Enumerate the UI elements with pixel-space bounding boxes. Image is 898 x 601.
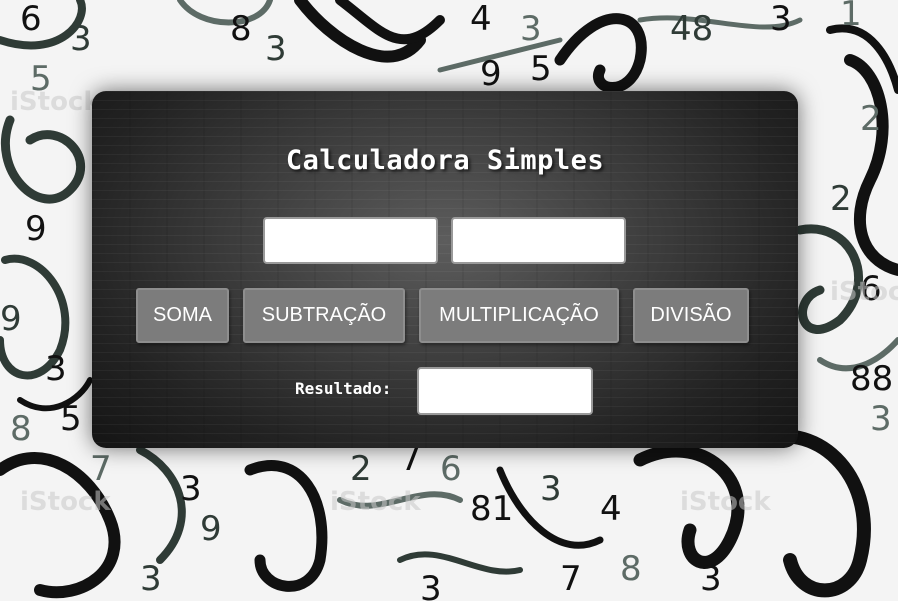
svg-text:6: 6 bbox=[440, 449, 462, 489]
svg-text:48: 48 bbox=[670, 9, 713, 49]
svg-text:2: 2 bbox=[860, 99, 882, 139]
svg-text:8: 8 bbox=[230, 9, 252, 49]
svg-text:3: 3 bbox=[45, 349, 67, 389]
svg-text:3: 3 bbox=[420, 569, 442, 601]
svg-text:3: 3 bbox=[700, 559, 722, 599]
multiply-button[interactable]: MULTIPLICAÇÃO bbox=[419, 288, 619, 343]
svg-text:81: 81 bbox=[470, 489, 513, 529]
svg-text:9: 9 bbox=[25, 209, 47, 249]
svg-text:3: 3 bbox=[70, 19, 92, 59]
svg-text:iStock: iStock bbox=[20, 487, 111, 517]
svg-text:iStock: iStock bbox=[10, 87, 101, 117]
svg-text:3: 3 bbox=[265, 29, 287, 69]
svg-text:4: 4 bbox=[600, 489, 622, 529]
svg-text:6: 6 bbox=[20, 0, 42, 39]
svg-text:5: 5 bbox=[530, 49, 552, 89]
svg-text:9: 9 bbox=[200, 509, 222, 549]
svg-text:8: 8 bbox=[620, 549, 642, 589]
result-label: Resultado: bbox=[295, 379, 392, 398]
svg-text:3: 3 bbox=[870, 399, 892, 439]
svg-text:2: 2 bbox=[830, 179, 852, 219]
svg-text:9: 9 bbox=[480, 54, 502, 94]
divide-button[interactable]: DIVISÃO bbox=[633, 288, 749, 343]
svg-text:88: 88 bbox=[850, 359, 893, 399]
svg-text:iStock: iStock bbox=[680, 487, 771, 517]
calculator-panel: Calculadora Simples SOMA SUBTRAÇÃO MULTI… bbox=[92, 91, 798, 448]
svg-text:8: 8 bbox=[10, 409, 32, 449]
subtract-button[interactable]: SUBTRAÇÃO bbox=[243, 288, 405, 343]
svg-text:1: 1 bbox=[840, 0, 862, 34]
svg-text:7: 7 bbox=[560, 559, 582, 599]
svg-text:3: 3 bbox=[180, 469, 202, 509]
second-number-input[interactable] bbox=[451, 217, 626, 264]
svg-text:7: 7 bbox=[90, 449, 112, 489]
result-field[interactable] bbox=[417, 367, 593, 415]
svg-text:3: 3 bbox=[140, 559, 162, 599]
add-button[interactable]: SOMA bbox=[136, 288, 229, 343]
svg-text:iStock: iStock bbox=[830, 277, 898, 307]
svg-text:2: 2 bbox=[350, 449, 372, 489]
svg-text:3: 3 bbox=[770, 0, 792, 39]
first-number-input[interactable] bbox=[263, 217, 438, 264]
svg-text:4: 4 bbox=[470, 0, 492, 39]
svg-text:5: 5 bbox=[60, 399, 82, 439]
svg-text:9: 9 bbox=[0, 299, 22, 339]
svg-text:3: 3 bbox=[520, 9, 542, 49]
page-title: Calculadora Simples bbox=[285, 145, 605, 176]
svg-text:iStock: iStock bbox=[330, 487, 421, 517]
svg-text:3: 3 bbox=[540, 469, 562, 509]
